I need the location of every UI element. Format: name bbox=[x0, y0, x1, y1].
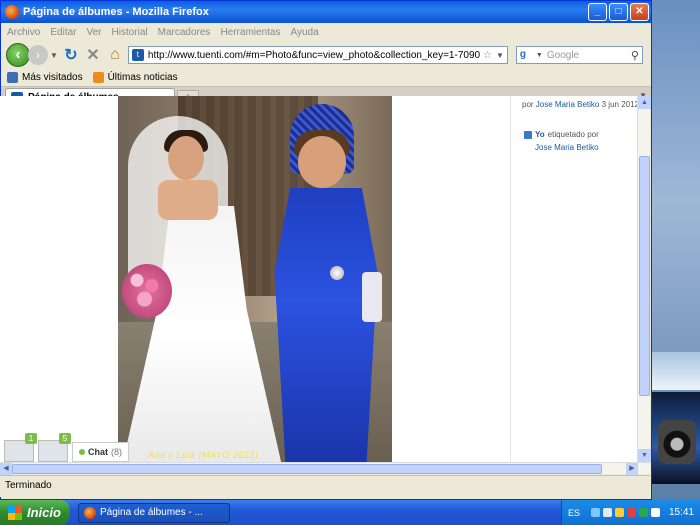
photo-blue-dress bbox=[274, 188, 378, 462]
vertical-scrollbar[interactable]: ▲ ▼ bbox=[637, 96, 651, 462]
desktop-background bbox=[652, 0, 700, 500]
status-text: Terminado bbox=[5, 480, 52, 491]
volume-icon[interactable] bbox=[650, 508, 660, 517]
page-content: Ana y Lola (MAYO 2012) por Jose Maria Be… bbox=[0, 96, 637, 462]
stop-icon[interactable]: ✕ bbox=[84, 46, 102, 64]
horizontal-scrollbar[interactable]: ◀ ▶ bbox=[0, 462, 650, 475]
search-icon[interactable]: ⚲ bbox=[631, 49, 639, 62]
menu-ayuda[interactable]: Ayuda bbox=[290, 27, 318, 38]
chat-count: (8) bbox=[111, 447, 122, 457]
tray-icon[interactable] bbox=[614, 508, 624, 517]
notification-badge: 1 bbox=[25, 433, 37, 444]
search-input[interactable]: Google bbox=[547, 50, 631, 61]
task-label: Página de álbumes - ... bbox=[100, 507, 203, 518]
start-button[interactable]: Inicio bbox=[0, 500, 70, 525]
bookmark-most-visited[interactable]: Más visitados bbox=[22, 72, 83, 83]
network-icon[interactable] bbox=[590, 508, 600, 517]
windows-logo-icon bbox=[8, 505, 22, 520]
chat-button[interactable]: Chat (8) bbox=[72, 442, 129, 462]
author-link[interactable]: Jose Maria Betiko bbox=[536, 100, 600, 109]
clock: 15:41 bbox=[668, 507, 694, 518]
menu-editar[interactable]: Editar bbox=[50, 27, 76, 38]
start-label: Inicio bbox=[27, 505, 61, 520]
photo-bouquet bbox=[122, 264, 172, 318]
system-tray: ES 15:41 bbox=[560, 500, 700, 525]
photo-bride-face bbox=[168, 136, 204, 180]
chat-label: Chat bbox=[88, 447, 108, 457]
camera-icon bbox=[658, 420, 696, 464]
menu-ver[interactable]: Ver bbox=[86, 27, 101, 38]
back-button[interactable]: ‹ bbox=[6, 43, 30, 67]
photo-date: 3 jun 2012, 0 bbox=[601, 100, 637, 109]
window-controls: _ □ ✕ bbox=[588, 3, 651, 21]
firefox-icon bbox=[5, 5, 19, 19]
notification-badge: 5 bbox=[59, 433, 71, 444]
tray-icon[interactable] bbox=[602, 508, 612, 517]
menu-herramientas[interactable]: Herramientas bbox=[220, 27, 280, 38]
by-prefix: por bbox=[522, 100, 534, 109]
maximize-button[interactable]: □ bbox=[609, 3, 628, 21]
search-engine-dropdown-icon[interactable]: ▼ bbox=[536, 52, 543, 59]
desktop-thumbnail bbox=[652, 352, 700, 390]
url-dropdown-icon[interactable]: ▼ bbox=[496, 51, 504, 60]
url-text[interactable]: http://www.tuenti.com/#m=Photo&func=view… bbox=[148, 50, 480, 61]
column-divider bbox=[510, 96, 511, 462]
tray-icon[interactable] bbox=[638, 508, 648, 517]
tag-icon bbox=[524, 130, 532, 139]
search-bar[interactable]: g ▼ Google ⚲ bbox=[515, 46, 643, 64]
reload-icon[interactable]: ↻ bbox=[62, 46, 80, 64]
horizontal-scroll-thumb[interactable] bbox=[12, 464, 602, 474]
menu-archivo[interactable]: Archivo bbox=[7, 27, 40, 38]
scroll-left-button[interactable]: ◀ bbox=[0, 463, 12, 475]
chat-notification-2[interactable]: 5 bbox=[38, 433, 71, 462]
photo-meta: por Jose Maria Betiko 3 jun 2012, 0 bbox=[522, 100, 637, 109]
online-status-icon bbox=[79, 449, 85, 455]
bookmark-icon bbox=[7, 72, 18, 83]
menu-marcadores[interactable]: Marcadores bbox=[158, 27, 211, 38]
tag-row: Yo etiquetado por bbox=[524, 130, 599, 139]
close-button[interactable]: ✕ bbox=[630, 3, 649, 21]
bookmark-star-icon[interactable]: ☆ bbox=[483, 50, 492, 61]
photo-purse bbox=[362, 272, 382, 322]
history-dropdown-icon[interactable]: ▼ bbox=[50, 51, 58, 60]
window-title: Página de álbumes - Mozilla Firefox bbox=[23, 6, 209, 18]
album-photo[interactable]: Ana y Lola (MAYO 2012) bbox=[118, 96, 392, 462]
photo-bride-shoulders bbox=[158, 180, 218, 220]
menu-historial[interactable]: Historial bbox=[112, 27, 148, 38]
photo-info-panel: por Jose Maria Betiko 3 jun 2012, 0 Yo e… bbox=[512, 96, 637, 462]
photo-caption: Ana y Lola (MAYO 2012) bbox=[148, 450, 259, 460]
vertical-scroll-thumb[interactable] bbox=[639, 156, 650, 396]
tag-text: etiquetado por bbox=[547, 130, 599, 139]
navigation-toolbar: ‹ › ▼ ↻ ✕ ⌂ t http://www.tuenti.com/#m=P… bbox=[1, 41, 651, 69]
site-favicon: t bbox=[131, 49, 144, 61]
home-icon[interactable]: ⌂ bbox=[106, 46, 124, 64]
forward-button[interactable]: › bbox=[28, 45, 48, 65]
photo-woman-face bbox=[298, 136, 346, 188]
taskbar-firefox-item[interactable]: Página de álbumes - ... bbox=[78, 502, 230, 523]
chat-notification-1[interactable]: 1 bbox=[4, 433, 37, 462]
photo-brooch bbox=[330, 266, 344, 280]
google-icon[interactable]: g bbox=[520, 49, 534, 61]
chat-bar: 1 5 Chat (8) bbox=[4, 432, 129, 462]
firefox-icon bbox=[84, 506, 96, 519]
scroll-right-button[interactable]: ▶ bbox=[626, 463, 638, 475]
address-bar[interactable]: t http://www.tuenti.com/#m=Photo&func=vi… bbox=[127, 46, 508, 64]
rss-icon bbox=[92, 72, 104, 83]
language-indicator[interactable]: ES bbox=[568, 508, 580, 518]
tagged-by-link[interactable]: Jose Maria Betiko bbox=[535, 143, 599, 152]
tray-icon[interactable] bbox=[626, 508, 636, 517]
status-bar: Terminado bbox=[0, 475, 650, 497]
bookmark-latest-news[interactable]: Últimas noticias bbox=[108, 72, 178, 83]
title-bar: Página de álbumes - Mozilla Firefox _ □ … bbox=[1, 1, 651, 23]
taskbar: Inicio Página de álbumes - ... ES 15:41 bbox=[0, 500, 700, 525]
scroll-up-button[interactable]: ▲ bbox=[638, 96, 651, 109]
scroll-down-button[interactable]: ▼ bbox=[638, 449, 651, 462]
menu-bar: Archivo Editar Ver Historial Marcadores … bbox=[1, 23, 651, 41]
tag-subject[interactable]: Yo bbox=[535, 130, 545, 139]
bookmarks-toolbar: Más visitados Últimas noticias bbox=[1, 69, 651, 87]
minimize-button[interactable]: _ bbox=[588, 3, 607, 21]
